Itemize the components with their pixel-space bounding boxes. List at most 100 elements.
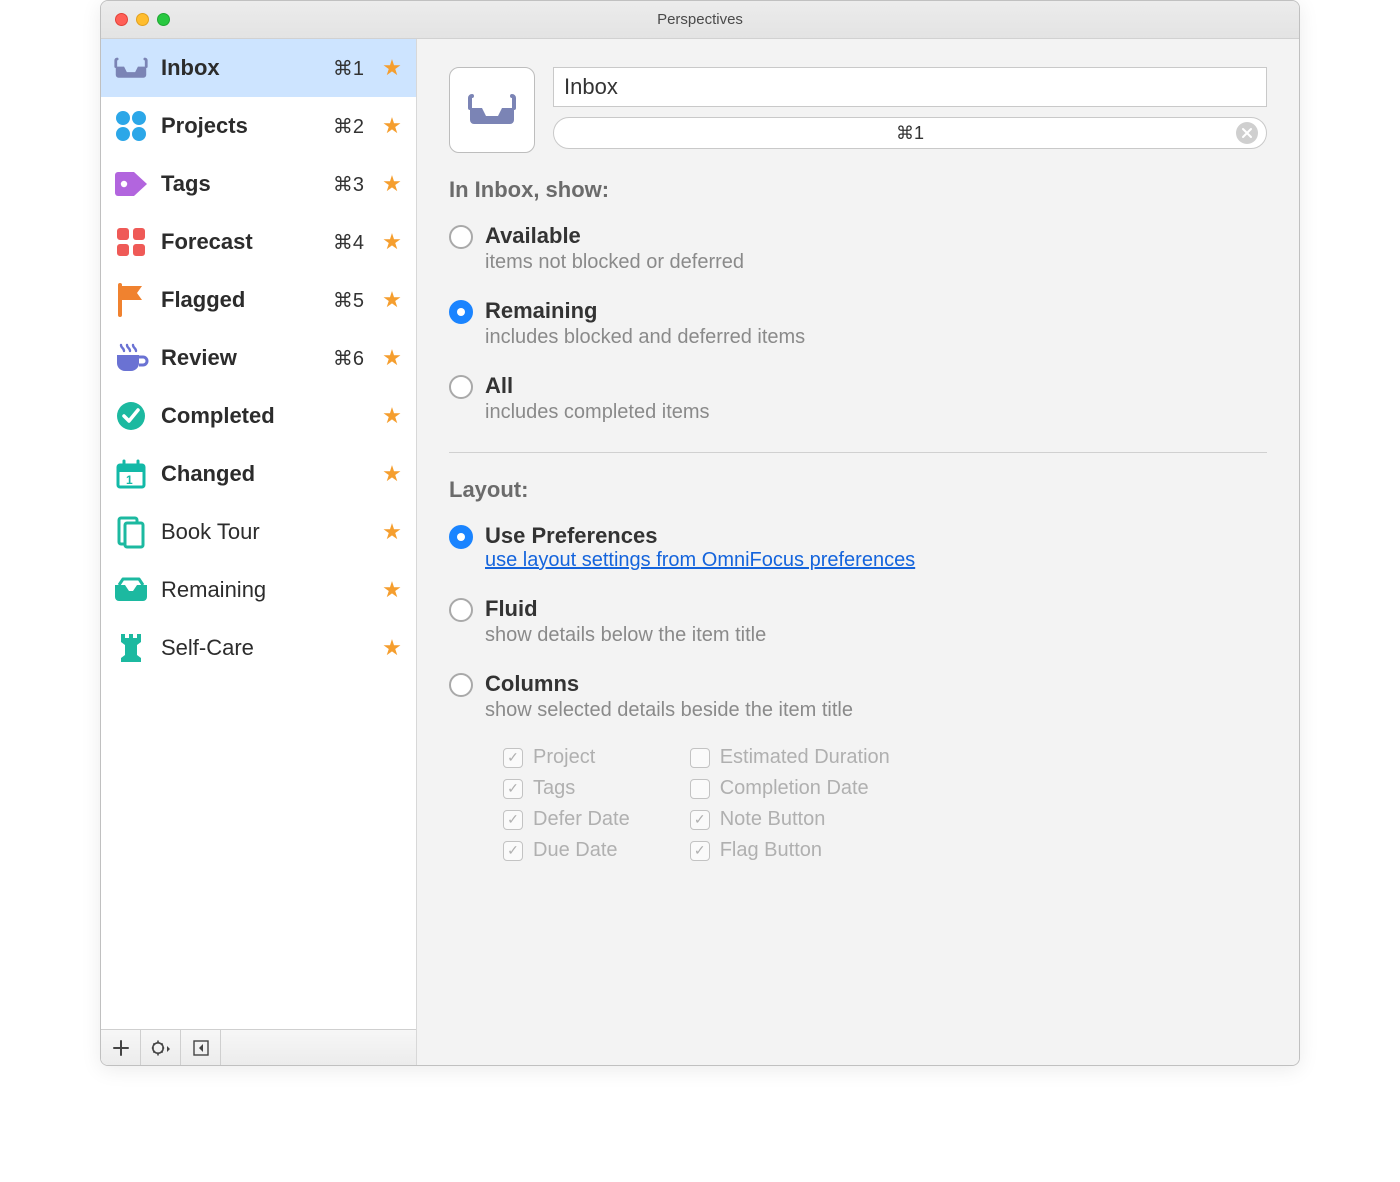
- sidebar-item-label: Flagged: [161, 287, 323, 313]
- sidebar-item-completed[interactable]: Completed ★: [101, 387, 416, 445]
- star-icon[interactable]: ★: [380, 229, 404, 255]
- option-subtitle: includes blocked and deferred items: [485, 326, 805, 349]
- sidebar-item-inbox[interactable]: Inbox ⌘1 ★: [101, 39, 416, 97]
- checkbox-label: Flag Button: [720, 839, 822, 862]
- sidebar-item-tags[interactable]: Tags ⌘3 ★: [101, 155, 416, 213]
- preferences-link[interactable]: use layout settings from OmniFocus prefe…: [485, 549, 915, 571]
- checkbox-label: Defer Date: [533, 808, 630, 831]
- option-subtitle: show selected details beside the item ti…: [485, 699, 853, 722]
- layout-option-columns[interactable]: Columnsshow selected details beside the …: [449, 665, 1267, 740]
- sidebar-item-label: Projects: [161, 113, 323, 139]
- checkbox[interactable]: [503, 779, 523, 799]
- perspective-icon-picker[interactable]: [449, 67, 535, 153]
- open-tray-icon: [111, 572, 151, 608]
- sidebar-item-booktour[interactable]: Book Tour ★: [101, 503, 416, 561]
- stack-icon: [111, 514, 151, 550]
- perspective-detail: ⌘1 In Inbox, show: Available items not b…: [417, 39, 1299, 1065]
- option-title: Use Preferences: [485, 523, 915, 549]
- star-icon[interactable]: ★: [380, 519, 404, 545]
- layout-option-fluid[interactable]: Fluidshow details below the item title: [449, 590, 1267, 665]
- radio-button[interactable]: [449, 525, 473, 549]
- show-option-available[interactable]: Available items not blocked or deferred: [449, 217, 1267, 292]
- action-menu-button[interactable]: [141, 1030, 181, 1065]
- star-icon[interactable]: ★: [380, 461, 404, 487]
- column-check-note-button[interactable]: Note Button: [690, 808, 890, 831]
- column-check-completion-date[interactable]: Completion Date: [690, 777, 890, 800]
- checkbox-label: Completion Date: [720, 777, 869, 800]
- layout-option-use-prefs[interactable]: Use Preferencesuse layout settings from …: [449, 517, 1267, 590]
- star-icon[interactable]: ★: [380, 287, 404, 313]
- show-option-remaining[interactable]: Remaining includes blocked and deferred …: [449, 292, 1267, 367]
- sidebar-item-review[interactable]: Review ⌘6 ★: [101, 329, 416, 387]
- inbox-tray-icon: [111, 50, 151, 86]
- show-option-all[interactable]: All includes completed items: [449, 367, 1267, 442]
- sidebar-item-label: Remaining: [161, 577, 354, 603]
- radio-button[interactable]: [449, 300, 473, 324]
- column-check-flag-button[interactable]: Flag Button: [690, 839, 890, 862]
- shortcut-value: ⌘1: [896, 123, 924, 144]
- sidebar-item-label: Completed: [161, 403, 354, 429]
- sidebar-item-selfcare[interactable]: Self-Care ★: [101, 619, 416, 677]
- checkbox[interactable]: [690, 841, 710, 861]
- star-icon[interactable]: ★: [380, 345, 404, 371]
- add-perspective-button[interactable]: [101, 1030, 141, 1065]
- star-icon[interactable]: ★: [380, 577, 404, 603]
- radio-button[interactable]: [449, 375, 473, 399]
- option-title: Columns: [485, 671, 853, 697]
- star-icon[interactable]: ★: [380, 171, 404, 197]
- sidebar-item-label: Changed: [161, 461, 354, 487]
- clear-shortcut-button[interactable]: [1236, 122, 1258, 144]
- star-icon[interactable]: ★: [380, 635, 404, 661]
- perspectives-sidebar: Inbox ⌘1 ★ Projects ⌘2 ★ Tags ⌘3 ★ Forec…: [101, 39, 417, 1065]
- perspective-shortcut-input[interactable]: ⌘1: [553, 117, 1267, 149]
- checkbox[interactable]: [503, 841, 523, 861]
- window-title: Perspectives: [101, 11, 1299, 28]
- sidebar-item-flagged[interactable]: Flagged ⌘5 ★: [101, 271, 416, 329]
- sidebar-item-shortcut: ⌘5: [333, 288, 364, 313]
- sidebar-item-shortcut: ⌘4: [333, 230, 364, 255]
- titlebar: Perspectives: [101, 1, 1299, 39]
- checkbox[interactable]: [503, 810, 523, 830]
- radio-button[interactable]: [449, 673, 473, 697]
- option-subtitle: show details below the item title: [485, 624, 766, 647]
- column-check-estimated-duration[interactable]: Estimated Duration: [690, 746, 890, 769]
- column-check-due-date[interactable]: Due Date: [503, 839, 630, 862]
- checkbox-label: Estimated Duration: [720, 746, 890, 769]
- show-section-title: In Inbox, show:: [449, 177, 1267, 203]
- column-check-defer-date[interactable]: Defer Date: [503, 808, 630, 831]
- perspectives-window: Perspectives Inbox ⌘1 ★ Projects ⌘2 ★ Ta…: [100, 0, 1300, 1066]
- checkbox[interactable]: [503, 748, 523, 768]
- sidebar-footer: [101, 1029, 416, 1065]
- radio-button[interactable]: [449, 598, 473, 622]
- layout-section-title: Layout:: [449, 477, 1267, 503]
- checkbox-label: Note Button: [720, 808, 826, 831]
- sidebar-item-projects[interactable]: Projects ⌘2 ★: [101, 97, 416, 155]
- sidebar-item-label: Review: [161, 345, 323, 371]
- star-icon[interactable]: ★: [380, 113, 404, 139]
- option-title: Fluid: [485, 596, 766, 622]
- checkbox[interactable]: [690, 810, 710, 830]
- sidebar-item-remaining[interactable]: Remaining ★: [101, 561, 416, 619]
- column-check-tags[interactable]: Tags: [503, 777, 630, 800]
- rook-icon: [111, 630, 151, 666]
- flag-icon: [111, 282, 151, 318]
- column-check-project[interactable]: Project: [503, 746, 630, 769]
- checkbox[interactable]: [690, 779, 710, 799]
- perspectives-list: Inbox ⌘1 ★ Projects ⌘2 ★ Tags ⌘3 ★ Forec…: [101, 39, 416, 1029]
- option-title: All: [485, 373, 710, 399]
- sidebar-item-forecast[interactable]: Forecast ⌘4 ★: [101, 213, 416, 271]
- collapse-sidebar-button[interactable]: [181, 1030, 221, 1065]
- perspective-name-input[interactable]: [553, 67, 1267, 107]
- checkbox[interactable]: [690, 748, 710, 768]
- radio-button[interactable]: [449, 225, 473, 249]
- sidebar-item-changed[interactable]: 1 Changed ★: [101, 445, 416, 503]
- checkbox-label: Project: [533, 746, 595, 769]
- checkbox-label: Due Date: [533, 839, 618, 862]
- option-subtitle: items not blocked or deferred: [485, 251, 744, 274]
- option-title: Remaining: [485, 298, 805, 324]
- sidebar-item-label: Self-Care: [161, 635, 354, 661]
- sidebar-item-shortcut: ⌘2: [333, 114, 364, 139]
- star-icon[interactable]: ★: [380, 55, 404, 81]
- tag-icon: [111, 166, 151, 202]
- star-icon[interactable]: ★: [380, 403, 404, 429]
